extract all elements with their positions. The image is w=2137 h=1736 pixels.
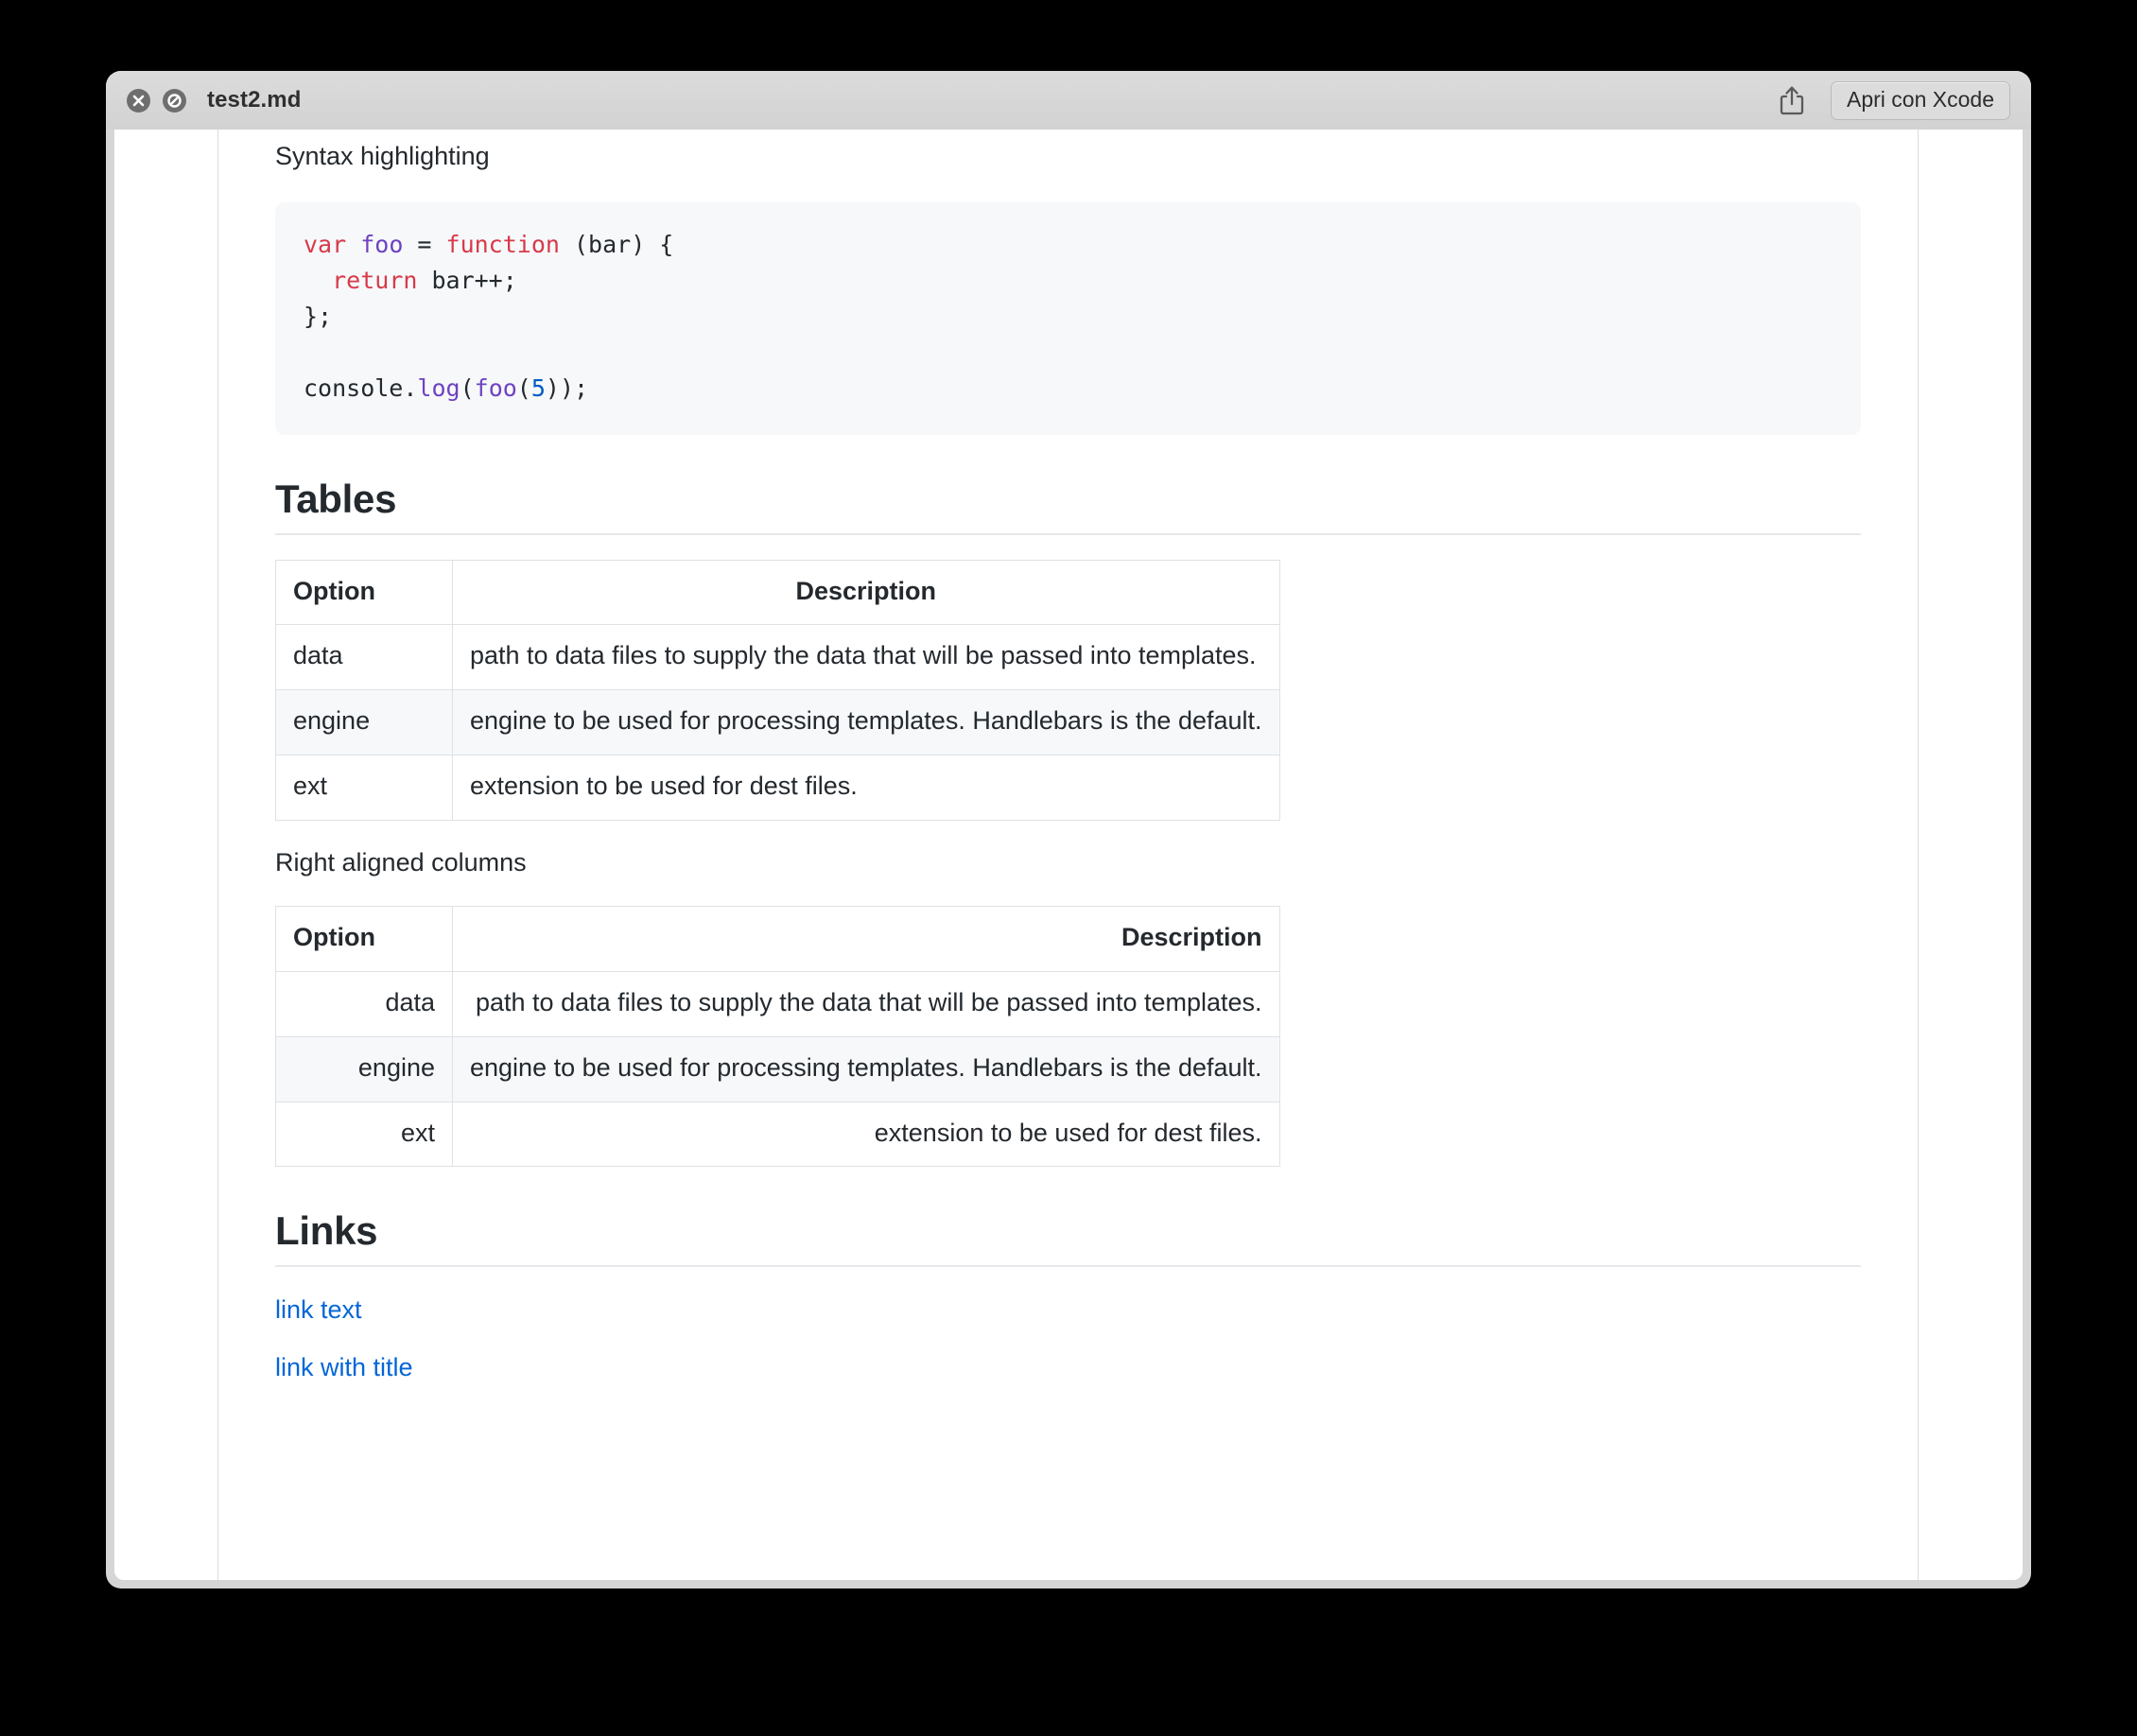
table-cell: path to data files to supply the data th…	[453, 971, 1280, 1036]
table-cell: engine	[276, 690, 453, 755]
code-token: function	[446, 231, 560, 258]
table-row: datapath to data files to supply the dat…	[276, 625, 1280, 690]
table-row: extextension to be used for dest files.	[276, 755, 1280, 820]
syntax-highlighting-label: Syntax highlighting	[275, 137, 1861, 176]
table-row: engineengine to be used for processing t…	[276, 1036, 1280, 1102]
table-row: datapath to data files to supply the dat…	[276, 971, 1280, 1036]
tables-heading: Tables	[275, 477, 1861, 535]
close-icon[interactable]	[127, 89, 150, 113]
code-token: =	[403, 231, 445, 258]
code-token: .	[403, 374, 417, 402]
links-list: link text link with title	[275, 1295, 1861, 1382]
options-table-right-aligned: OptionDescriptiondatapath to data files …	[275, 906, 1280, 1167]
table-header-cell: Option	[276, 907, 453, 972]
table-row: extextension to be used for dest files.	[276, 1102, 1280, 1167]
code-token: };	[304, 303, 332, 330]
table-cell: engine to be used for processing templat…	[453, 690, 1280, 755]
code-token: var	[304, 231, 346, 258]
table-header-cell: Option	[276, 560, 453, 625]
table-row: engineengine to be used for processing t…	[276, 690, 1280, 755]
markdown-link[interactable]: link text	[275, 1295, 362, 1325]
links-heading: Links	[275, 1208, 1861, 1267]
code-token: return	[332, 267, 417, 294]
table-header-row: OptionDescription	[276, 907, 1280, 972]
options-table-centered: OptionDescriptiondatapath to data files …	[275, 560, 1280, 821]
table-cell: engine to be used for processing templat…	[453, 1036, 1280, 1102]
markdown-content: Syntax highlighting var foo = function (…	[218, 130, 1918, 1580]
code-token: log	[417, 374, 460, 402]
right-aligned-columns-label: Right aligned columns	[275, 843, 1861, 882]
open-with-xcode-button[interactable]: Apri con Xcode	[1831, 81, 2010, 120]
code-token: foo	[475, 374, 517, 402]
share-icon[interactable]	[1778, 84, 1806, 116]
code-token: (	[460, 374, 475, 402]
markdown-link[interactable]: link with title	[275, 1353, 413, 1382]
code-token: (bar) {	[560, 231, 673, 258]
left-gutter	[114, 130, 218, 1580]
link-paragraph: link with title	[275, 1353, 1861, 1382]
code-token: ));	[546, 374, 588, 402]
table-cell: extension to be used for dest files.	[453, 755, 1280, 820]
link-paragraph: link text	[275, 1295, 1861, 1325]
code-token: foo	[360, 231, 403, 258]
table-cell: path to data files to supply the data th…	[453, 625, 1280, 690]
table-cell: data	[276, 625, 453, 690]
window-title: test2.md	[207, 87, 302, 113]
code-token	[304, 267, 332, 294]
window-controls	[127, 89, 186, 113]
table-header-row: OptionDescription	[276, 560, 1280, 625]
code-token	[346, 231, 360, 258]
code-token: (	[517, 374, 531, 402]
table-cell: ext	[276, 1102, 453, 1167]
table-cell: engine	[276, 1036, 453, 1102]
table-cell: ext	[276, 755, 453, 820]
document-area: Syntax highlighting var foo = function (…	[114, 130, 2023, 1580]
table-header-cell: Description	[453, 560, 1280, 625]
right-gutter	[1918, 130, 2023, 1580]
table-header-cell: Description	[453, 907, 1280, 972]
code-token: console	[304, 374, 403, 402]
code-token: bar++;	[417, 267, 516, 294]
code-block: var foo = function (bar) { return bar++;…	[275, 202, 1861, 435]
preview-window: test2.md Apri con Xcode Syntax highlight…	[106, 71, 2031, 1588]
table-cell: data	[276, 971, 453, 1036]
code-token: 5	[531, 374, 546, 402]
minimize-disabled-icon	[163, 89, 186, 113]
titlebar-actions: Apri con Xcode	[1778, 81, 2010, 120]
window-titlebar: test2.md Apri con Xcode	[106, 71, 2031, 130]
table-cell: extension to be used for dest files.	[453, 1102, 1280, 1167]
